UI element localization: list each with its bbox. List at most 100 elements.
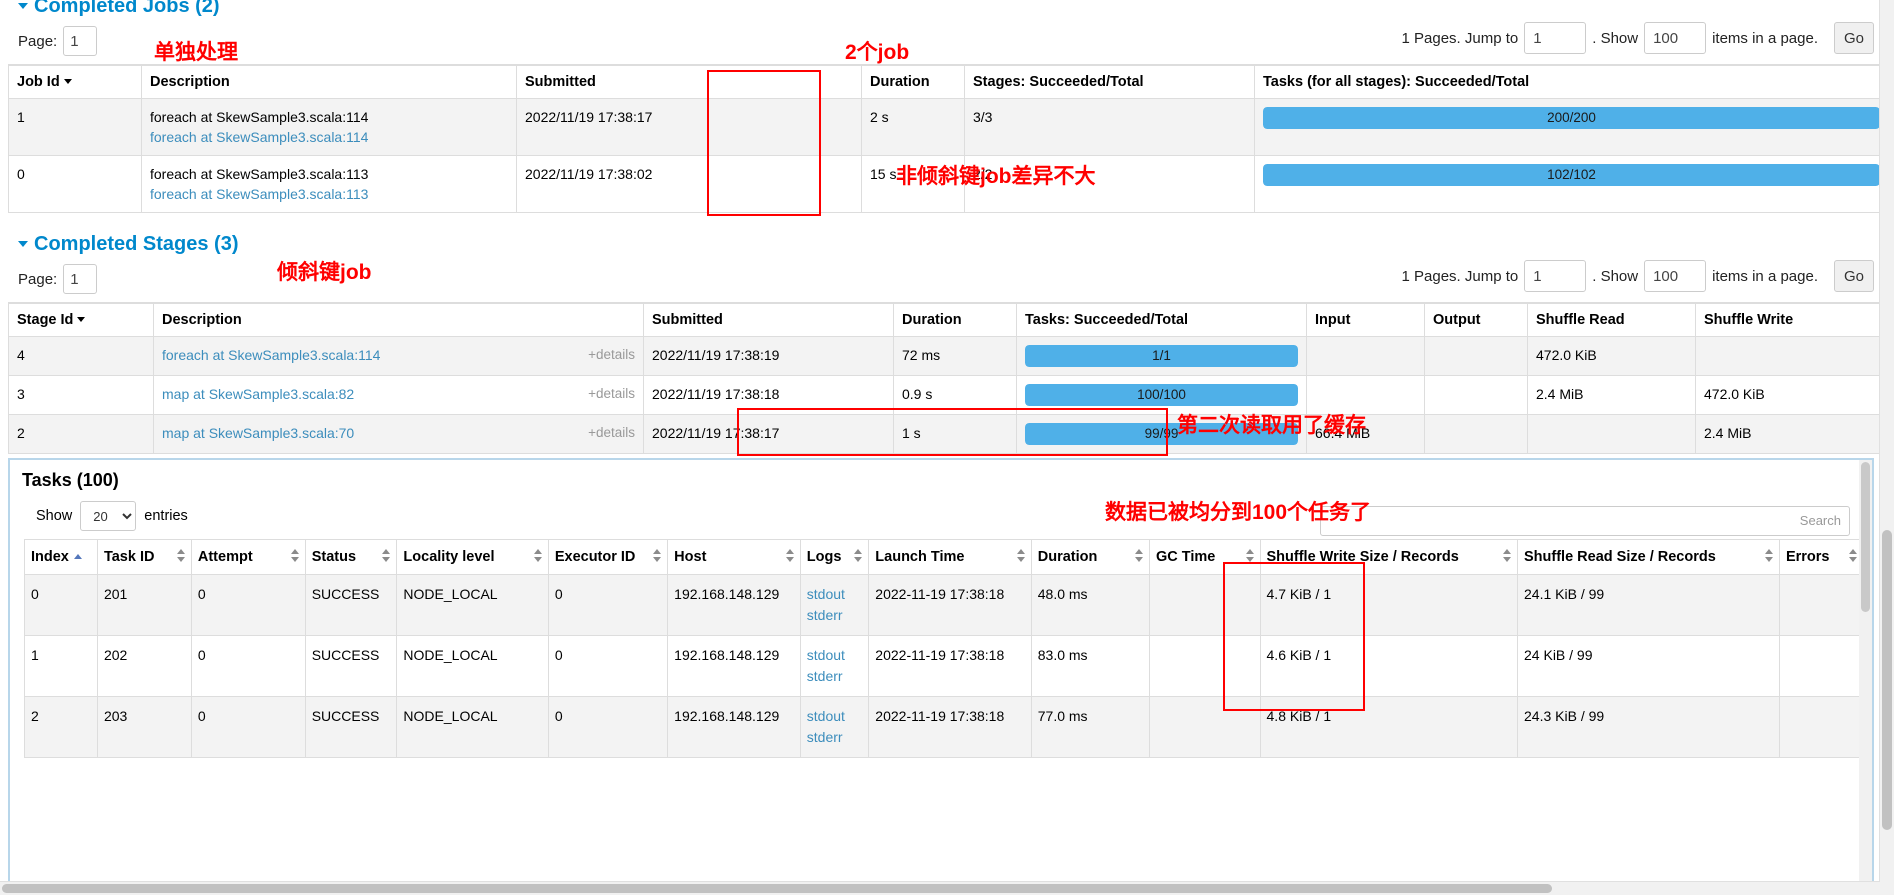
jobs-cell-submitted: 2022/11/19 17:38:17	[516, 98, 862, 156]
table-row[interactable]: 4 foreach at SkewSample3.scala:114 +deta…	[8, 336, 1889, 376]
tasks-col-duration[interactable]: Duration	[1030, 539, 1151, 575]
collapse-caret-icon[interactable]	[18, 3, 28, 9]
table-row[interactable]: 2 map at SkewSample3.scala:70 +details 2…	[8, 414, 1889, 454]
sort-both-icon[interactable]	[382, 549, 391, 565]
stderr-link[interactable]: stderr	[807, 607, 843, 623]
stages-details-toggle[interactable]: +details	[588, 423, 635, 443]
stages-tasks-progress: 1/1	[1025, 345, 1298, 367]
page-horizontal-scrollbar[interactable]	[0, 881, 1880, 895]
jobs-col-duration[interactable]: Duration	[861, 64, 965, 99]
stages-details-toggle[interactable]: +details	[588, 384, 635, 404]
stages-jump-input[interactable]	[1524, 260, 1587, 292]
scrollbar-thumb[interactable]	[1882, 530, 1892, 830]
progress-label: 102/102	[1547, 167, 1596, 182]
tasks-cell-errors	[1778, 574, 1865, 636]
collapse-caret-icon[interactable]	[18, 241, 28, 247]
sort-both-icon[interactable]	[854, 549, 863, 565]
table-row[interactable]: 0 201 0 SUCCESS NODE_LOCAL 0 192.168.148…	[24, 574, 1865, 636]
page-vertical-scrollbar[interactable]	[1879, 0, 1894, 895]
tasks-col-gc-time[interactable]: GC Time	[1149, 539, 1261, 575]
stages-col-shuffle-write[interactable]: Shuffle Write	[1695, 302, 1889, 337]
stages-details-toggle[interactable]: +details	[588, 345, 635, 365]
jobs-col-job-id[interactable]: Job Id	[8, 64, 142, 99]
stages-page-label: Page:	[18, 270, 58, 288]
stages-header-row: Stage Id Description Submitted Duration …	[8, 302, 1889, 337]
sort-desc-icon[interactable]	[77, 317, 86, 322]
jobs-show-input[interactable]	[1644, 22, 1707, 54]
tasks-col-errors[interactable]: Errors	[1778, 539, 1865, 575]
jobs-desc-text: foreach at SkewSample3.scala:113	[150, 166, 369, 182]
stages-col-description[interactable]: Description	[153, 302, 644, 337]
stages-col-stage-id[interactable]: Stage Id	[8, 302, 154, 337]
tasks-col-launch-time[interactable]: Launch Time	[868, 539, 1032, 575]
tasks-col-host[interactable]: Host	[667, 539, 801, 575]
jobs-col-stages[interactable]: Stages: Succeeded/Total	[964, 64, 1255, 99]
stages-page-input[interactable]	[63, 264, 98, 294]
tasks-col-logs[interactable]: Logs	[799, 539, 870, 575]
annotation-skew-key-job: 倾斜键job	[277, 261, 372, 284]
tasks-col-index[interactable]: Index	[24, 539, 98, 575]
sort-desc-icon[interactable]	[63, 79, 72, 84]
stdout-link[interactable]: stdout	[807, 708, 845, 724]
jobs-col-description[interactable]: Description	[141, 64, 517, 99]
sort-both-icon[interactable]	[1016, 549, 1026, 565]
stdout-link[interactable]: stdout	[807, 647, 845, 663]
tasks-col-status[interactable]: Status	[304, 539, 398, 575]
tasks-entries-select[interactable]: 20	[80, 501, 137, 531]
sort-both-icon[interactable]	[176, 549, 186, 565]
scrollbar-thumb[interactable]	[1861, 462, 1870, 612]
stages-cell-shuffle-write	[1695, 336, 1889, 376]
table-row[interactable]: 3 map at SkewSample3.scala:82 +details 2…	[8, 375, 1889, 415]
table-row[interactable]: 2 203 0 SUCCESS NODE_LOCAL 0 192.168.148…	[24, 696, 1865, 758]
jobs-desc-link[interactable]: foreach at SkewSample3.scala:114	[150, 129, 368, 145]
tasks-cell-status: SUCCESS	[304, 696, 398, 758]
stages-col-output[interactable]: Output	[1424, 302, 1528, 337]
stages-show-input[interactable]	[1644, 260, 1707, 292]
tasks-col-attempt[interactable]: Attempt	[190, 539, 306, 575]
stages-col-shuffle-read[interactable]: Shuffle Read	[1527, 302, 1696, 337]
sort-both-icon[interactable]	[1503, 549, 1512, 565]
stderr-link[interactable]: stderr	[807, 729, 843, 745]
sort-both-icon[interactable]	[290, 549, 300, 565]
annotation-two-jobs: 2个job	[845, 41, 910, 64]
completed-stages-title[interactable]: Completed Stages (3)	[8, 232, 1888, 256]
stages-desc-link[interactable]: foreach at SkewSample3.scala:114	[162, 347, 380, 363]
jobs-go-button[interactable]: Go	[1834, 22, 1874, 54]
stages-go-button[interactable]: Go	[1834, 260, 1874, 292]
stages-col-tasks[interactable]: Tasks: Succeeded/Total	[1016, 302, 1307, 337]
tasks-header-row: Index Task ID Attempt Status Locality le…	[24, 539, 1865, 575]
stages-desc-link[interactable]: map at SkewSample3.scala:82	[162, 386, 354, 402]
tasks-col-locality[interactable]: Locality level	[396, 539, 549, 575]
tasks-vertical-scrollbar[interactable]	[1859, 460, 1872, 886]
sort-both-icon[interactable]	[533, 549, 543, 565]
stages-desc-link[interactable]: map at SkewSample3.scala:70	[162, 425, 354, 441]
tasks-col-executor-id[interactable]: Executor ID	[547, 539, 669, 575]
stdout-link[interactable]: stdout	[807, 586, 845, 602]
jobs-col-submitted[interactable]: Submitted	[516, 64, 862, 99]
completed-jobs-title[interactable]: Completed Jobs (2)	[8, 0, 1888, 18]
jobs-jump-input[interactable]	[1524, 22, 1587, 54]
tasks-col-shuffle-write[interactable]: Shuffle Write Size / Records	[1259, 539, 1519, 575]
stderr-link[interactable]: stderr	[807, 668, 843, 684]
table-row[interactable]: 1 foreach at SkewSample3.scala:114 forea…	[8, 98, 1889, 156]
tasks-cell-shuffle-write: 4.7 KiB / 1	[1259, 574, 1519, 636]
table-row[interactable]: 1 202 0 SUCCESS NODE_LOCAL 0 192.168.148…	[24, 635, 1865, 697]
stages-col-submitted[interactable]: Submitted	[643, 302, 894, 337]
jobs-page-input[interactable]	[63, 26, 98, 56]
tasks-col-task-id[interactable]: Task ID	[96, 539, 192, 575]
sort-both-icon[interactable]	[785, 549, 795, 565]
sort-both-icon[interactable]	[1135, 549, 1144, 565]
sort-both-icon[interactable]	[653, 549, 662, 565]
stages-col-duration[interactable]: Duration	[893, 302, 1017, 337]
sort-both-icon[interactable]	[1849, 549, 1858, 565]
sort-both-icon[interactable]	[1764, 549, 1774, 565]
sort-both-icon[interactable]	[1245, 549, 1255, 565]
tasks-search-input[interactable]: Search	[1320, 506, 1850, 536]
stages-col-input[interactable]: Input	[1306, 302, 1425, 337]
jobs-desc-link[interactable]: foreach at SkewSample3.scala:113	[150, 186, 368, 202]
tasks-col-shuffle-read[interactable]: Shuffle Read Size / Records	[1517, 539, 1780, 575]
sort-asc-icon[interactable]	[73, 554, 82, 559]
jobs-col-tasks[interactable]: Tasks (for all stages): Succeeded/Total	[1254, 64, 1889, 99]
completed-stages-table: Stage Id Description Submitted Duration …	[8, 302, 1889, 454]
scrollbar-thumb[interactable]	[2, 884, 1552, 893]
